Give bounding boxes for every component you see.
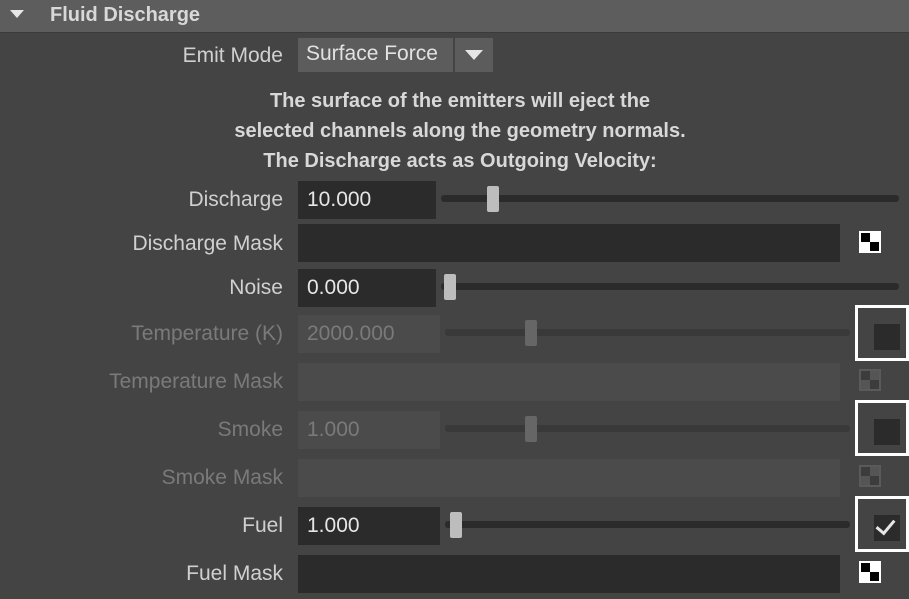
checkbox-box (874, 324, 900, 350)
fuel-mask-field[interactable] (298, 555, 840, 593)
discharge-slider-handle[interactable] (487, 186, 499, 212)
fuel-field[interactable]: 1.000 (298, 507, 440, 545)
temperature-field[interactable]: 2000.000 (298, 315, 440, 353)
smoke-field[interactable]: 1.000 (298, 411, 440, 449)
discharge-mask-field[interactable] (298, 224, 840, 262)
fuel-label: Fuel (242, 514, 283, 537)
section-title: Fluid Discharge (50, 4, 201, 26)
chevron-down-icon[interactable] (465, 50, 483, 60)
fuel-enable-checkbox[interactable] (855, 496, 909, 552)
emit-mode-value: Surface Force (306, 42, 438, 65)
noise-label: Noise (229, 276, 283, 299)
noise-slider-handle[interactable] (444, 274, 456, 300)
collapse-triangle-icon[interactable] (10, 10, 24, 18)
description-line-2: selected channels along the geometry nor… (234, 120, 686, 142)
discharge-field[interactable]: 10.000 (298, 181, 436, 219)
temperature-slider-track[interactable] (445, 329, 850, 336)
emit-mode-label: Emit Mode (182, 44, 283, 67)
temperature-mask-field[interactable] (298, 363, 840, 401)
discharge-mask-label: Discharge Mask (132, 232, 283, 255)
texture-map-icon[interactable] (859, 231, 881, 253)
discharge-label: Discharge (188, 188, 283, 211)
fuel-mask-label: Fuel Mask (186, 562, 283, 585)
dropdown-separator (453, 38, 455, 72)
description-line-3: The Discharge acts as Outgoing Velocity: (263, 150, 657, 172)
noise-field[interactable]: 0.000 (298, 269, 436, 307)
texture-map-icon[interactable] (859, 369, 881, 391)
emit-mode-dropdown[interactable]: Surface Force (298, 38, 493, 72)
texture-map-icon[interactable] (859, 561, 881, 583)
smoke-mask-label: Smoke Mask (161, 466, 283, 489)
temperature-label: Temperature (K) (131, 322, 283, 345)
smoke-slider-handle[interactable] (525, 416, 537, 442)
fuel-slider-handle[interactable] (450, 512, 462, 538)
temperature-mask-label: Temperature Mask (109, 370, 283, 393)
smoke-slider-track[interactable] (445, 425, 850, 432)
description-line-1: The surface of the emitters will eject t… (269, 90, 651, 112)
temperature-slider-handle[interactable] (525, 320, 537, 346)
texture-map-icon[interactable] (859, 465, 881, 487)
smoke-mask-field[interactable] (298, 459, 840, 497)
discharge-slider-track[interactable] (441, 195, 899, 202)
checkbox-box (874, 514, 900, 541)
checkmark-icon (875, 514, 896, 536)
checkbox-box (874, 419, 900, 445)
temperature-enable-checkbox[interactable] (855, 305, 909, 361)
smoke-enable-checkbox[interactable] (855, 400, 909, 456)
section-header-fluid-discharge[interactable]: Fluid Discharge (0, 0, 909, 33)
noise-slider-track[interactable] (441, 283, 899, 290)
fuel-slider-track[interactable] (445, 521, 850, 528)
smoke-label: Smoke (217, 418, 283, 441)
